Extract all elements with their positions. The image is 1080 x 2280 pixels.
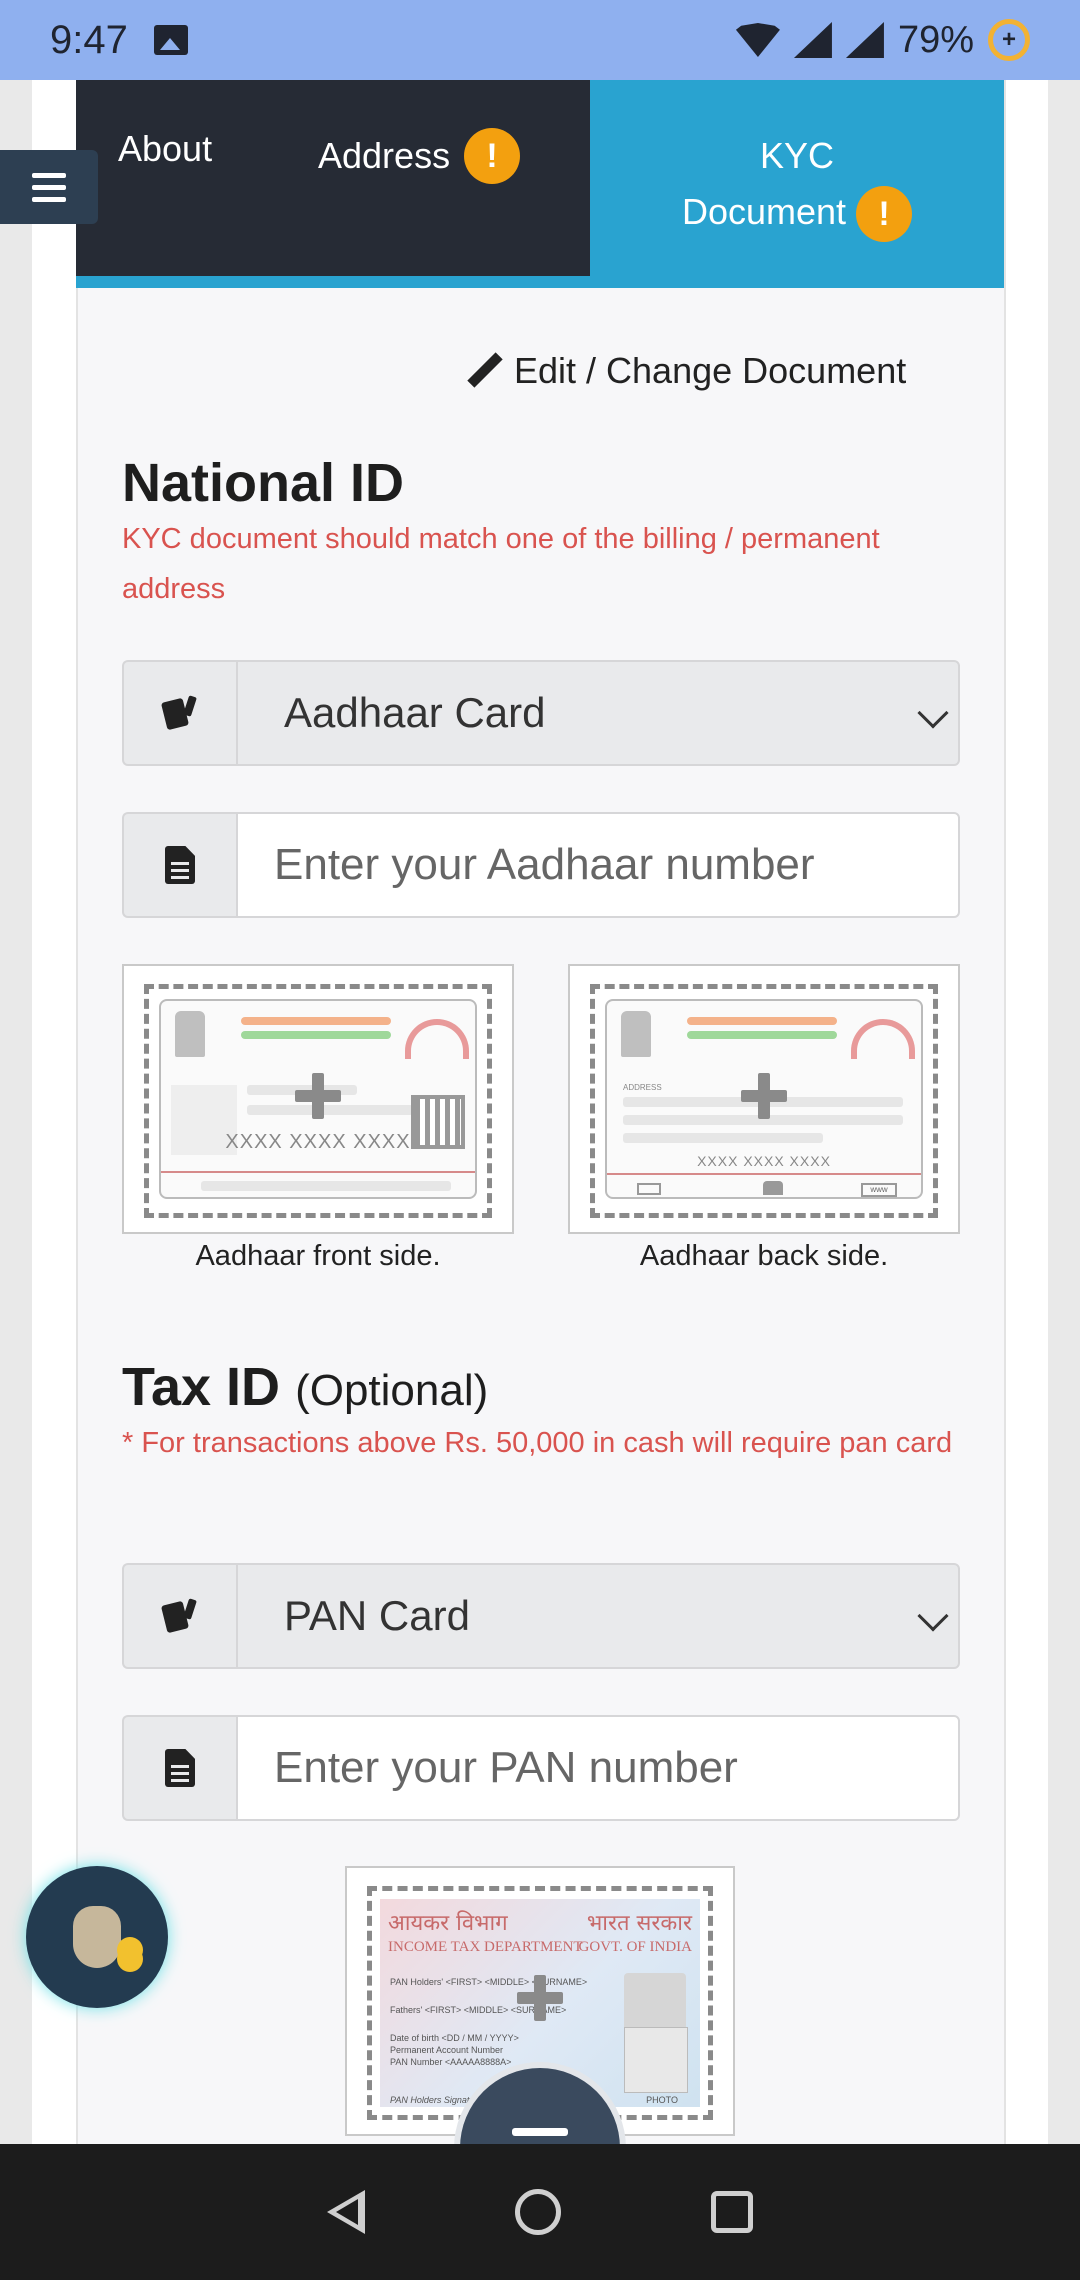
text-placeholder-line: [201, 1181, 451, 1191]
pan-photo-label: PHOTO: [646, 2095, 678, 2105]
web-icon: www: [861, 1183, 897, 1197]
tricolor-stripe: [241, 1017, 391, 1025]
aadhaar-front-caption: Aadhaar front side.: [195, 1240, 441, 1272]
fingerprint-icon: [851, 1019, 915, 1059]
upload-dropzone: ADDRESS XXXX XXXX XXXX www: [590, 984, 938, 1218]
menu-bar: [32, 196, 66, 202]
chevron-down-icon: [917, 1600, 949, 1632]
text-placeholder-line: [623, 1133, 823, 1143]
id-card-icon: [160, 1599, 200, 1633]
tabs-underline: [76, 276, 1004, 288]
tab-kyc-label-line1: KYC: [759, 135, 835, 176]
wifi-icon: [735, 23, 780, 57]
tab-kyc-label-line2: Document: [681, 191, 847, 232]
aadhaar-back-caption: Aadhaar back side.: [639, 1240, 889, 1272]
hologram-icon: [624, 1973, 686, 2033]
person-photo-icon: [624, 2027, 688, 2093]
pan-account-line: Permanent Account Number: [390, 2045, 504, 2055]
aadhaar-back-number: XXXX XXXX XXXX: [697, 1153, 831, 1169]
menu-bar: [32, 172, 66, 178]
pan-number-line: PAN Number <AAAAA8888A>: [390, 2057, 512, 2067]
aadhaar-number-input[interactable]: [236, 812, 960, 918]
battery-percent: 79%: [897, 18, 974, 61]
minus-icon: [512, 2128, 568, 2136]
menu-bar: [32, 184, 66, 190]
pan-hindi-dept: आयकर विभाग: [388, 1911, 508, 1936]
tab-kyc-label-line2-wrap: Document !: [590, 184, 1004, 243]
pan-number-group: [122, 1715, 960, 1821]
tricolor-stripe: [687, 1017, 837, 1025]
pencil-icon: [468, 354, 502, 388]
emblem-icon: [175, 1011, 205, 1057]
national-id-type-value: Aadhaar Card: [284, 689, 546, 736]
optional-label: (Optional): [295, 1366, 489, 1415]
tab-about[interactable]: About: [118, 128, 212, 170]
doc-number-addon: [122, 812, 236, 918]
national-id-title: National ID: [122, 453, 405, 513]
add-image-plus-icon: [741, 1073, 787, 1119]
upload-dropzone: XXXX XXXX XXXX: [144, 984, 492, 1218]
tab-about-label: About: [118, 128, 213, 169]
status-bar: 9:47 79% +: [0, 0, 1080, 80]
chevron-down-icon: [917, 697, 949, 729]
profile-tabs: About Address ! KYC Document !: [76, 80, 1004, 288]
pan-govt: GOVT. OF INDIA: [578, 1939, 692, 1955]
money-bag-icon: [73, 1906, 143, 1972]
signal-icon: [793, 22, 832, 58]
battery-saver-icon: +: [988, 19, 1030, 61]
national-id-note: KYC document should match one of the bil…: [122, 523, 880, 605]
alert-icon: !: [856, 186, 913, 243]
tab-address-label: Address: [318, 135, 451, 176]
system-nav-bar: [0, 2144, 1080, 2280]
doc-number-addon: [122, 1715, 236, 1821]
fingerprint-icon: [405, 1019, 469, 1059]
aadhaar-front-upload[interactable]: XXXX XXXX XXXX: [122, 964, 514, 1234]
card-divider: [161, 1171, 475, 1173]
pan-dob-line: Date of birth <DD / MM / YYYY>: [390, 2033, 519, 2043]
id-type-addon: [122, 660, 236, 766]
tax-id-note: * For transactions above Rs. 50,000 in c…: [122, 1427, 953, 1459]
id-type-addon: [122, 1563, 236, 1669]
card-divider: [607, 1173, 921, 1175]
tax-id-type-value: PAN Card: [284, 1592, 470, 1639]
tax-id-type-select[interactable]: PAN Card: [236, 1563, 960, 1669]
alert-icon: !: [464, 128, 521, 184]
back-address-label: ADDRESS: [623, 1083, 662, 1092]
tax-id-type-group: PAN Card: [122, 1563, 960, 1669]
pan-number-input[interactable]: [236, 1715, 960, 1821]
pan-hindi-govt: भारत सरकार: [586, 1911, 692, 1936]
home-icon[interactable]: [515, 2189, 561, 2235]
emblem-icon: [621, 1011, 651, 1057]
aadhaar-number-group: [122, 812, 960, 918]
national-id-type-group: Aadhaar Card: [122, 660, 960, 766]
back-icon[interactable]: [327, 2190, 365, 2234]
add-image-plus-icon: [295, 1073, 341, 1119]
signal-icon-2: [845, 22, 884, 58]
add-image-plus-icon: [517, 1975, 563, 2021]
status-icons: 79% +: [735, 18, 1030, 62]
status-time: 9:47: [50, 17, 128, 62]
hamburger-menu-button[interactable]: [0, 150, 98, 224]
edit-link-label: Edit / Change Document: [514, 350, 907, 391]
aadhaar-back-upload[interactable]: ADDRESS XXXX XXXX XXXX www: [568, 964, 960, 1234]
image-notification-icon: [153, 25, 188, 55]
national-id-type-select[interactable]: Aadhaar Card: [236, 660, 960, 766]
tab-address[interactable]: Address !: [318, 128, 521, 184]
pan-dept: INCOME TAX DEPARTMENT: [388, 1939, 583, 1955]
tab-kyc-document[interactable]: KYC Document !: [590, 128, 1004, 243]
tricolor-stripe: [687, 1031, 837, 1039]
tax-id-title: Tax ID (Optional): [122, 1356, 488, 1418]
id-card-icon: [160, 696, 200, 730]
edit-change-document-link[interactable]: Edit / Change Document: [468, 350, 906, 392]
aadhaar-front-number: XXXX XXXX XXXX: [225, 1131, 411, 1153]
tricolor-stripe: [241, 1031, 391, 1039]
recent-apps-icon[interactable]: [711, 2191, 753, 2233]
mail-icon: [637, 1183, 661, 1195]
phone-icon: [763, 1181, 783, 1195]
document-icon: [165, 1749, 195, 1787]
wallet-fab-button[interactable]: [26, 1866, 168, 2008]
document-icon: [165, 846, 195, 884]
tax-id-title-text: Tax ID: [122, 1357, 281, 1417]
